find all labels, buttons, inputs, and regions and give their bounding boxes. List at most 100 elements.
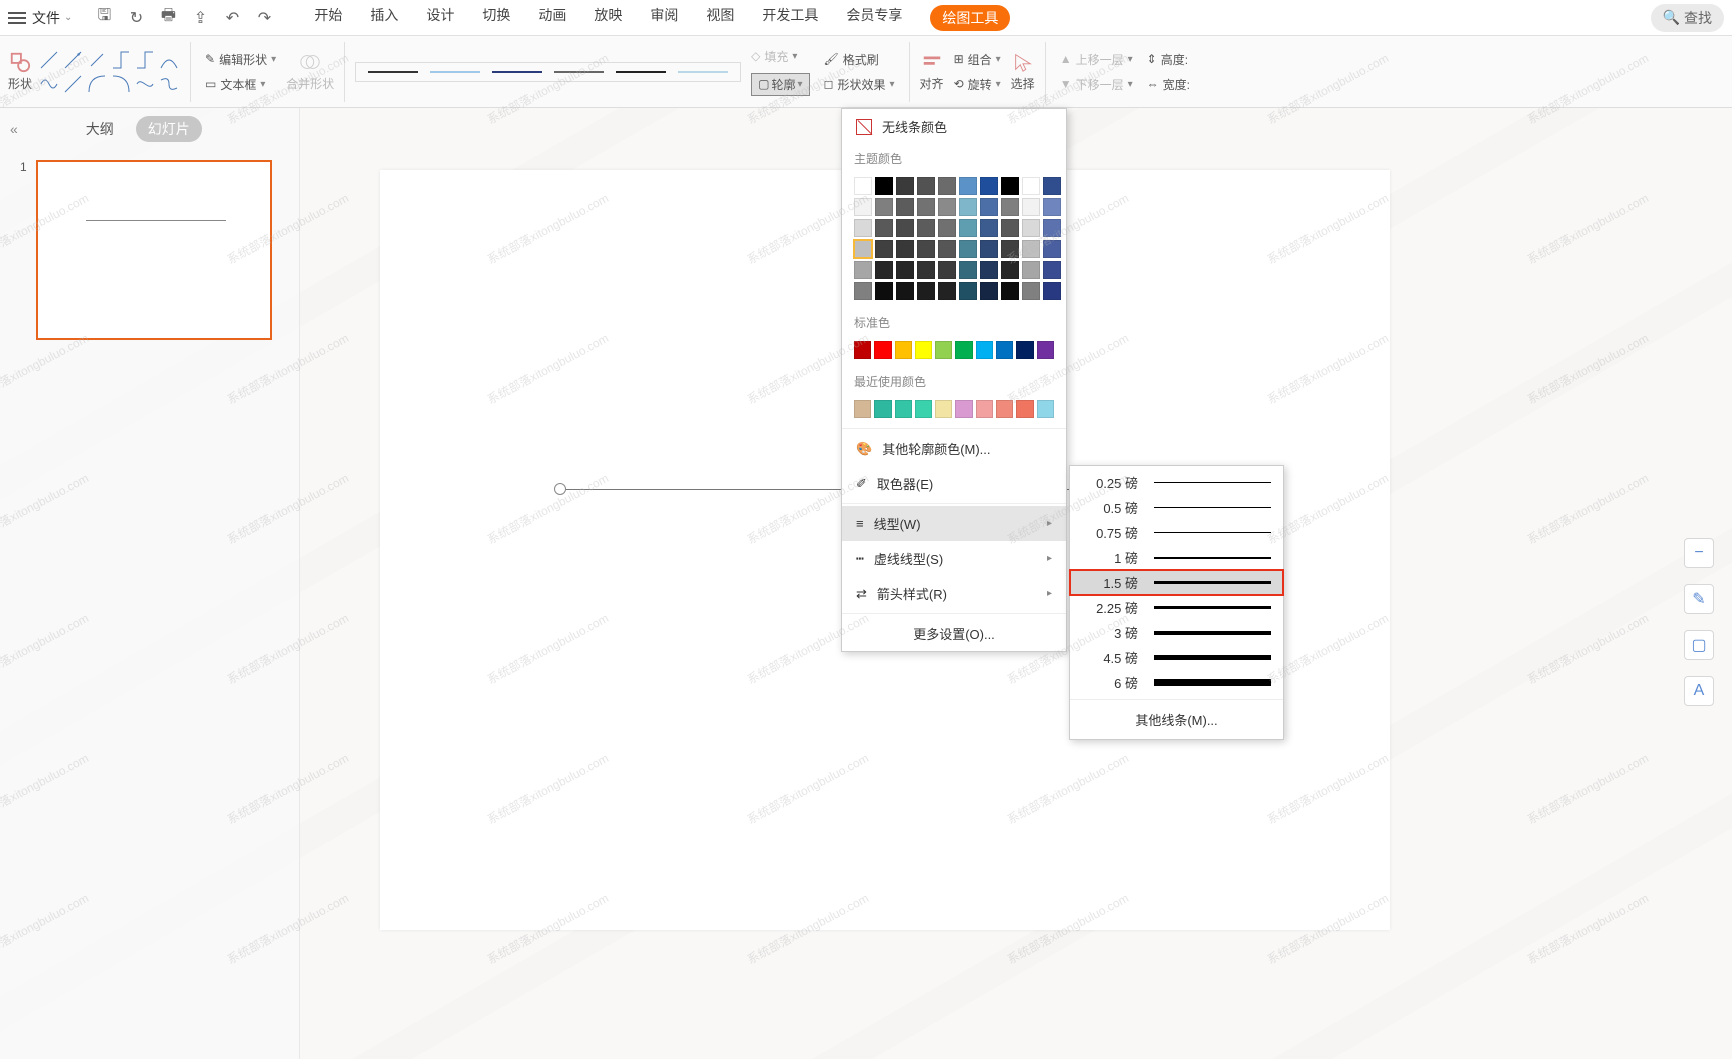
color-swatch[interactable] <box>896 219 914 237</box>
s-curve-shape[interactable] <box>158 73 180 95</box>
line-style-gallery[interactable] <box>355 62 741 82</box>
tab-transition[interactable]: 切换 <box>482 5 510 31</box>
color-swatch[interactable] <box>980 177 998 195</box>
curve-shape[interactable] <box>158 49 180 71</box>
line-style-1[interactable] <box>368 71 418 73</box>
export-icon[interactable]: ⇪ <box>190 8 210 28</box>
color-swatch[interactable] <box>996 341 1013 359</box>
pen-tool-button[interactable]: ✎ <box>1684 584 1714 614</box>
color-swatch[interactable] <box>1016 341 1033 359</box>
color-swatch[interactable] <box>854 219 872 237</box>
connector5[interactable] <box>134 73 156 95</box>
color-swatch[interactable] <box>917 219 935 237</box>
double-arrow-shape[interactable] <box>86 49 108 71</box>
line-style-5[interactable] <box>616 71 666 73</box>
color-swatch[interactable] <box>854 282 872 300</box>
shape-effects-button[interactable]: ◻形状效果▾ <box>820 74 899 95</box>
connector3[interactable] <box>86 73 108 95</box>
color-swatch[interactable] <box>938 240 956 258</box>
color-swatch[interactable] <box>854 177 872 195</box>
color-swatch[interactable] <box>917 177 935 195</box>
outline-button[interactable]: ▢轮廓▾ <box>747 71 813 98</box>
color-swatch[interactable] <box>980 219 998 237</box>
color-swatch[interactable] <box>976 400 993 418</box>
color-swatch[interactable] <box>895 341 912 359</box>
color-swatch[interactable] <box>874 341 891 359</box>
color-swatch[interactable] <box>938 219 956 237</box>
color-swatch[interactable] <box>1043 240 1061 258</box>
color-swatch[interactable] <box>1001 198 1019 216</box>
color-swatch[interactable] <box>854 240 872 258</box>
line-style-4[interactable] <box>554 71 604 73</box>
color-swatch[interactable] <box>875 198 893 216</box>
tab-member[interactable]: 会员专享 <box>846 5 902 31</box>
color-swatch[interactable] <box>1016 400 1033 418</box>
color-swatch[interactable] <box>1022 198 1040 216</box>
side-tab-outline[interactable]: 大纲 <box>74 116 126 142</box>
weight-option[interactable]: 3 磅 <box>1070 620 1283 645</box>
app-menu-icon[interactable] <box>8 12 26 24</box>
more-lines-item[interactable]: 其他线条(M)... <box>1070 699 1283 735</box>
color-swatch[interactable] <box>917 198 935 216</box>
tab-review[interactable]: 审阅 <box>650 5 678 31</box>
weight-option[interactable]: 1.5 磅 <box>1070 570 1283 595</box>
arrow-style-item[interactable]: ⇄ 箭头样式(R) ▸ <box>842 576 1066 611</box>
color-swatch[interactable] <box>959 261 977 279</box>
resize-handle-left[interactable] <box>554 483 566 495</box>
file-menu[interactable]: 文件 ⌄ <box>32 8 72 28</box>
color-swatch[interactable] <box>976 341 993 359</box>
color-swatch[interactable] <box>1001 219 1019 237</box>
color-swatch[interactable] <box>959 198 977 216</box>
color-swatch[interactable] <box>935 341 952 359</box>
tab-design[interactable]: 设计 <box>426 5 454 31</box>
color-swatch[interactable] <box>854 341 871 359</box>
width-field[interactable]: ⇔宽度: <box>1143 74 1194 95</box>
dash-type-item[interactable]: ┅ 虚线线型(S) ▸ <box>842 541 1066 576</box>
print-icon[interactable]: 🖶 <box>158 8 178 28</box>
tab-drawing-tools[interactable]: 绘图工具 <box>930 5 1010 31</box>
fit-tool-button[interactable]: ▢ <box>1684 630 1714 660</box>
color-swatch[interactable] <box>1022 240 1040 258</box>
redo-icon[interactable]: ↷ <box>254 8 274 28</box>
color-swatch[interactable] <box>875 282 893 300</box>
color-swatch[interactable] <box>915 341 932 359</box>
color-swatch[interactable] <box>938 282 956 300</box>
color-swatch[interactable] <box>1001 177 1019 195</box>
arrow-shape[interactable] <box>62 49 84 71</box>
elbow-shape[interactable] <box>110 49 132 71</box>
weight-option[interactable]: 1 磅 <box>1070 545 1283 570</box>
more-settings-item[interactable]: 更多设置(O)... <box>842 616 1066 651</box>
color-swatch[interactable] <box>875 219 893 237</box>
color-swatch[interactable] <box>854 198 872 216</box>
color-swatch[interactable] <box>980 198 998 216</box>
color-swatch[interactable] <box>896 198 914 216</box>
color-swatch[interactable] <box>1037 400 1054 418</box>
color-swatch[interactable] <box>854 261 872 279</box>
search-input[interactable]: 🔍 查找 <box>1651 4 1724 32</box>
color-swatch[interactable] <box>874 400 891 418</box>
line-shape[interactable] <box>38 49 60 71</box>
tab-view[interactable]: 视图 <box>706 5 734 31</box>
color-swatch[interactable] <box>935 400 952 418</box>
connector1[interactable] <box>38 73 60 95</box>
tab-home[interactable]: 开始 <box>314 5 342 31</box>
weight-option[interactable]: 2.25 磅 <box>1070 595 1283 620</box>
weight-option[interactable]: 0.25 磅 <box>1070 470 1283 495</box>
color-swatch[interactable] <box>917 261 935 279</box>
color-swatch[interactable] <box>854 400 871 418</box>
tab-insert[interactable]: 插入 <box>370 5 398 31</box>
color-swatch[interactable] <box>896 177 914 195</box>
color-swatch[interactable] <box>1043 282 1061 300</box>
color-swatch[interactable] <box>1043 198 1061 216</box>
color-swatch[interactable] <box>938 261 956 279</box>
color-swatch[interactable] <box>875 261 893 279</box>
edit-shape-button[interactable]: ✎编辑形状▾ <box>201 49 280 70</box>
color-swatch[interactable] <box>875 177 893 195</box>
move-up-button[interactable]: ▲上移一层▾ <box>1056 49 1137 70</box>
color-swatch[interactable] <box>959 240 977 258</box>
color-swatch[interactable] <box>1022 177 1040 195</box>
color-swatch[interactable] <box>959 282 977 300</box>
color-swatch[interactable] <box>895 400 912 418</box>
weight-option[interactable]: 0.5 磅 <box>1070 495 1283 520</box>
color-swatch[interactable] <box>915 400 932 418</box>
